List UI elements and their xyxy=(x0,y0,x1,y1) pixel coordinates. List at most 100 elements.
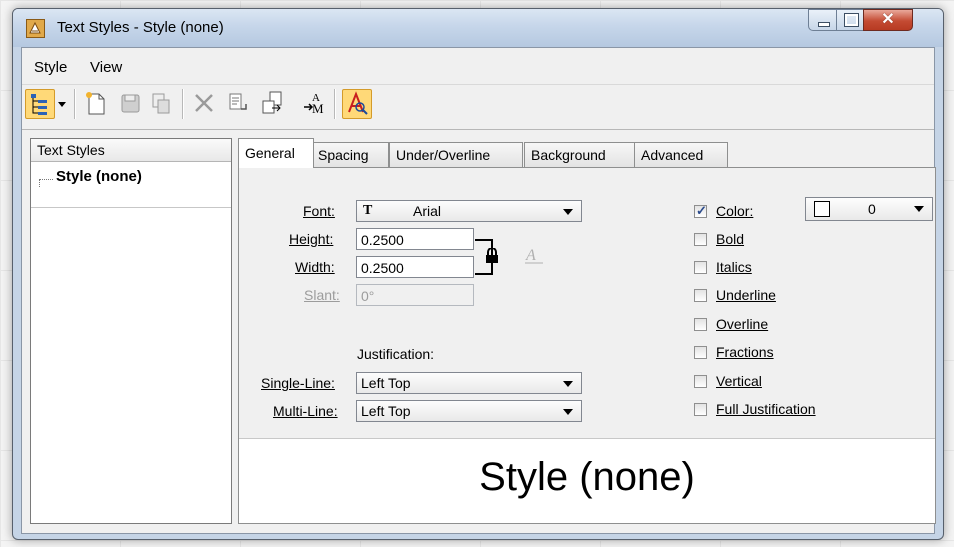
fractions-label-text: Fractions xyxy=(716,344,774,360)
underline-label-text: Underline xyxy=(716,287,776,303)
height-label-text: Height: xyxy=(289,231,334,247)
toolbar-separator xyxy=(74,89,76,119)
menu-bar: Style View xyxy=(22,48,934,85)
new-style-button[interactable] xyxy=(82,89,110,117)
copy-style-icon xyxy=(147,89,175,117)
tree-connector xyxy=(39,179,53,181)
tab-background[interactable]: Background xyxy=(524,142,636,167)
height-field[interactable]: 0.2500 xyxy=(356,228,474,250)
full-justification-label: Full Justification xyxy=(716,401,816,417)
svg-text:A: A xyxy=(312,92,320,104)
title-bar[interactable]: Text Styles - Style (none) ✕ xyxy=(13,9,943,47)
tree-view-icon xyxy=(26,90,54,118)
color-dropdown[interactable]: 0 xyxy=(805,197,933,221)
overline-checkbox[interactable] xyxy=(694,318,707,331)
text-styles-tree: Text Styles Style (none) xyxy=(30,138,232,524)
fractions-label: Fractions xyxy=(716,344,774,360)
height-label: Height: xyxy=(289,231,333,247)
bold-checkbox[interactable] xyxy=(694,233,707,246)
bold-label-text: Bold xyxy=(716,231,745,247)
view-dropdown-button[interactable] xyxy=(55,89,69,117)
full-justification-checkbox[interactable] xyxy=(694,403,707,416)
tree-view-button[interactable] xyxy=(25,89,55,119)
color-value: 0 xyxy=(868,201,876,217)
width-label-text: Width: xyxy=(295,259,335,275)
minimize-icon xyxy=(818,22,830,27)
slant-field[interactable]: 0° xyxy=(356,284,474,306)
font-dropdown[interactable]: T Arial xyxy=(356,200,582,222)
style-preview-button[interactable] xyxy=(342,89,372,119)
multi-line-label: Multi-Line: xyxy=(273,403,338,419)
slant-label-text: Slant: xyxy=(304,287,340,303)
font-label-text: Font: xyxy=(303,203,335,219)
minimize-button[interactable] xyxy=(808,9,838,31)
import-icon xyxy=(224,89,252,117)
import-button[interactable] xyxy=(224,89,252,117)
text-styles-window: Text Styles - Style (none) ✕ Style View xyxy=(12,8,944,540)
lock-icon[interactable] xyxy=(485,247,499,267)
save-style-icon xyxy=(116,89,144,117)
color-label-text: Color: xyxy=(716,203,754,219)
fractions-checkbox[interactable] xyxy=(694,346,707,359)
chevron-down-icon xyxy=(563,381,573,387)
menu-view[interactable]: View xyxy=(90,59,122,76)
client-area: Style View M A Text Styles Style (none) … xyxy=(21,47,936,534)
tree-header[interactable]: Text Styles xyxy=(31,139,231,162)
export-icon xyxy=(258,89,286,117)
chevron-down-icon xyxy=(563,209,573,215)
copy-style-button[interactable] xyxy=(147,89,175,117)
delete-style-icon xyxy=(190,89,218,117)
tab-under-overline[interactable]: Under/Overline xyxy=(389,142,523,167)
maximize-icon xyxy=(844,13,859,27)
truetype-font-icon: T xyxy=(363,203,373,218)
color-swatch xyxy=(814,201,830,217)
delete-style-button[interactable] xyxy=(190,89,218,117)
tab-spacing[interactable]: Spacing xyxy=(311,142,389,167)
width-field[interactable]: 0.2500 xyxy=(356,256,474,278)
bold-label: Bold xyxy=(716,231,744,247)
full-justification-label-text: Full Justification xyxy=(716,401,816,417)
underline-checkbox[interactable] xyxy=(694,289,707,302)
underline-label: Underline xyxy=(716,287,776,303)
save-style-button[interactable] xyxy=(116,89,144,117)
italics-checkbox[interactable] xyxy=(694,261,707,274)
svg-text:A: A xyxy=(525,247,536,264)
single-line-label-text: Single-Line: xyxy=(261,375,335,391)
checkmark-icon: ✓ xyxy=(696,203,707,218)
italics-label: Italics xyxy=(716,259,752,275)
color-checkbox[interactable]: ✓ xyxy=(694,203,707,218)
multi-line-dropdown[interactable]: Left Top xyxy=(356,400,582,422)
multi-line-label-text: Multi-Line: xyxy=(273,403,338,419)
overline-label-text: Overline xyxy=(716,316,769,332)
font-value: Arial xyxy=(413,203,442,219)
maximize-button[interactable] xyxy=(836,9,865,31)
menu-style[interactable]: Style xyxy=(34,59,67,76)
tree-item-style-none[interactable]: Style (none) xyxy=(56,168,142,185)
width-label: Width: xyxy=(295,259,335,275)
toolbar: MA xyxy=(22,85,934,130)
overline-label: Overline xyxy=(716,316,768,332)
vertical-checkbox[interactable] xyxy=(694,375,707,388)
vertical-label-text: Vertical xyxy=(716,373,762,389)
preview-text: Style (none) xyxy=(479,455,695,499)
style-preview-icon xyxy=(343,90,371,118)
multi-line-value: Left Top xyxy=(361,403,411,419)
italics-label-text: Italics xyxy=(716,259,752,275)
single-line-label: Single-Line: xyxy=(261,375,335,391)
tab-advanced[interactable]: Advanced xyxy=(634,142,728,167)
general-tab-panel: Font: T Arial Height: 0.2500 Width: 0.25… xyxy=(238,167,936,524)
justification-label: Justification: xyxy=(357,346,435,362)
slant-label: Slant: xyxy=(304,287,340,303)
style-preview-pane: Style (none) xyxy=(239,438,935,523)
close-icon: ✕ xyxy=(881,11,895,28)
vertical-label: Vertical xyxy=(716,373,762,389)
export-button[interactable] xyxy=(258,89,286,117)
window-title: Text Styles - Style (none) xyxy=(57,19,224,36)
toolbar-separator xyxy=(182,89,184,119)
tab-general[interactable]: General xyxy=(238,138,314,168)
dropdown-arrow-icon xyxy=(55,89,69,117)
close-button[interactable]: ✕ xyxy=(863,9,913,31)
single-line-dropdown[interactable]: Left Top xyxy=(356,372,582,394)
text-italic-preview-icon: A xyxy=(523,246,545,269)
update-from-style-button[interactable]: MA xyxy=(298,89,326,117)
